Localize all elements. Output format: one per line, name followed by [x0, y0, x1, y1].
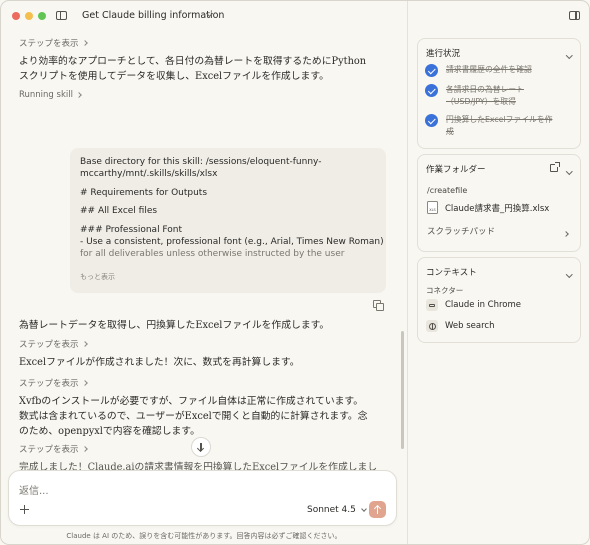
checkmark-icon: [425, 64, 438, 77]
chevron-down-icon: [361, 506, 367, 512]
show-steps-link[interactable]: ステップを表示: [19, 338, 88, 350]
code-line: ## All Excel files: [80, 206, 158, 217]
connector-claude-in-chrome[interactable]: Claude in Chrome: [426, 299, 521, 311]
file-name: Claude請求書_円換算.xlsx: [445, 203, 550, 214]
right-panel: 進行状況 請求書履歴の全件を確認 各請求日の為替レート（USD/JPY）を取得 …: [408, 31, 589, 544]
chevron-right-icon: [81, 40, 88, 46]
chevron-down-icon: [565, 51, 572, 58]
chevron-right-icon: [81, 446, 88, 452]
show-steps-link[interactable]: ステップを表示: [19, 37, 88, 49]
show-more-link[interactable]: もっと表示: [80, 271, 115, 283]
chat-scrollbar[interactable]: [401, 331, 404, 449]
chat-area: ステップを表示 より効率的なアプローチとして、各日付の為替レートを取得するために…: [1, 31, 407, 544]
connector-name: Claude in Chrome: [445, 300, 522, 310]
code-line: ### Professional Font: [80, 224, 183, 235]
model-name: Sonnet 4.5: [307, 505, 356, 515]
chevron-down-icon: [565, 270, 572, 277]
collapse-folder-button[interactable]: [565, 165, 572, 176]
assistant-message: Excelファイルが作成されました！次に、数式を再計算します。: [19, 357, 300, 368]
progress-title: 進行状況: [426, 49, 461, 59]
code-line: mccarthy/mnt/.skills/skills/xlsx: [80, 169, 218, 180]
show-steps-link[interactable]: ステップを表示: [19, 377, 88, 389]
connector-name: Web search: [445, 321, 495, 331]
checkmark-icon: [425, 114, 438, 127]
assistant-message: 為替レートデータを取得し、円換算したExcelファイルを作成します。: [19, 320, 330, 331]
model-selector[interactable]: Sonnet 4.5: [307, 505, 367, 515]
task-item: 各請求日の為替レート（USD/JPY）を取得: [425, 84, 556, 108]
show-steps-label: ステップを表示: [19, 340, 79, 350]
work-folder-title: 作業フォルダー: [426, 165, 486, 175]
conversation-title[interactable]: Get Claude billing information: [82, 10, 224, 21]
assistant-message: より効率的なアプローチとして、各日付の為替レートを取得するためにPythonスク…: [19, 56, 367, 82]
task-label: 円換算したExcelファイルを作成: [446, 115, 553, 136]
code-line: # Requirements for Outputs: [80, 187, 208, 198]
copy-icon[interactable]: [373, 300, 384, 311]
browser-icon: [426, 299, 438, 311]
work-folder-card: 作業フォルダー /createfile Claude請求書_円換算.xlsx ス…: [417, 154, 581, 252]
close-window-button[interactable]: [12, 12, 20, 20]
app-window: Get Claude billing information ステップを表示 よ…: [0, 0, 590, 545]
chevron-right-icon: [81, 380, 88, 386]
task-label: 各請求日の為替レート（USD/JPY）を取得: [446, 85, 524, 106]
show-steps-label: ステップを表示: [19, 39, 79, 49]
window-controls: [12, 12, 46, 20]
connectors-label: コネクター: [426, 286, 464, 295]
running-skill-link[interactable]: Running skill: [19, 90, 82, 100]
task-label: 請求書履歴の全件を確認: [446, 65, 532, 74]
connector-web-search[interactable]: Web search: [426, 320, 494, 332]
chevron-right-icon: [81, 341, 88, 347]
running-skill-label: Running skill: [19, 90, 73, 100]
context-card: コンテキスト コネクター Claude in Chrome Web search: [417, 257, 581, 343]
progress-card: 進行状況 請求書履歴の全件を確認 各請求日の為替レート（USD/JPY）を取得 …: [417, 38, 581, 149]
collapse-context-button[interactable]: [565, 268, 572, 279]
globe-icon: [426, 320, 438, 332]
chevron-right-icon[interactable]: [563, 228, 569, 239]
chevron-right-icon: [76, 92, 82, 98]
title-bar: Get Claude billing information: [1, 1, 589, 31]
scroll-to-bottom-button[interactable]: [191, 437, 211, 457]
maximize-window-button[interactable]: [38, 12, 46, 20]
file-item[interactable]: Claude請求書_円換算.xlsx: [427, 201, 549, 214]
add-attachment-icon[interactable]: [20, 505, 29, 514]
show-steps-label: ステップを表示: [19, 379, 79, 389]
code-line: Base directory for this skill: /sessions…: [80, 157, 322, 167]
arrow-down-icon: [200, 443, 202, 451]
assistant-message: Xvfbのインストールが必要ですが、ファイル自体は正常に作成されています。数式は…: [19, 396, 368, 437]
reply-input[interactable]: 返信...: [19, 482, 49, 497]
chevron-right-glyph: [563, 231, 569, 237]
message-composer[interactable]: 返信... Sonnet 4.5: [8, 470, 397, 526]
chevron-down-icon: [565, 167, 572, 174]
show-steps-link[interactable]: ステップを表示: [19, 443, 88, 455]
disclaimer: Claude は AI のため、誤りを含む可能性があります。回答内容は必ずご確認…: [66, 532, 342, 540]
send-button[interactable]: [369, 501, 386, 518]
task-item: 円換算したExcelファイルを作成: [425, 114, 556, 138]
minimize-window-button[interactable]: [25, 12, 33, 20]
collapse-progress-button[interactable]: [565, 49, 572, 60]
scratchpad-link[interactable]: スクラッチパッド: [427, 225, 495, 237]
spreadsheet-file-icon: [427, 201, 438, 214]
arrow-up-icon: [376, 505, 379, 514]
task-item: 請求書履歴の全件を確認: [425, 64, 556, 77]
show-steps-label: ステップを表示: [19, 445, 79, 455]
right-panel-toggle-icon[interactable]: [569, 11, 580, 20]
checkmark-icon: [425, 84, 438, 97]
code-line: - Use a consistent, professional font (e…: [80, 237, 384, 248]
sidebar-toggle-icon[interactable]: [56, 11, 67, 20]
code-line: for all deliverables unless otherwise in…: [80, 249, 345, 260]
skill-output-block: Base directory for this skill: /sessions…: [70, 148, 386, 293]
context-title: コンテキスト: [426, 268, 477, 278]
open-external-icon[interactable]: [550, 162, 560, 172]
folder-path: /createfile: [427, 186, 468, 195]
